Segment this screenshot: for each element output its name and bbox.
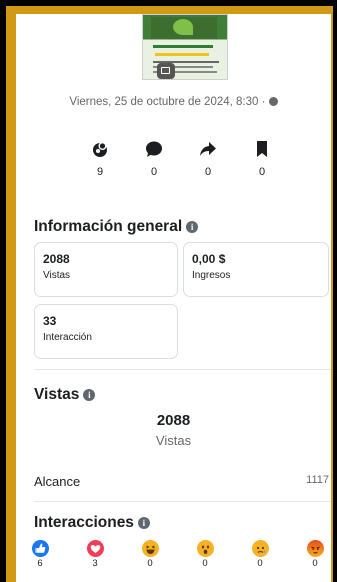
post-thumbnail[interactable]	[142, 14, 228, 80]
thumbnail-text-line	[153, 45, 213, 48]
love-icon	[86, 540, 104, 557]
alcance-row[interactable]: Alcance 1117	[34, 474, 331, 489]
post-insights-panel: Viernes, 25 de octubre de 2024, 8:30 · 9	[16, 14, 331, 582]
stat-value: 9	[96, 166, 104, 178]
reaction-count: 6	[37, 558, 43, 569]
stat-value: 0	[258, 166, 266, 178]
alcance-label: Alcance	[34, 474, 81, 489]
reaction-love[interactable]: 3	[84, 540, 106, 569]
vistas-label: Vistas	[155, 433, 192, 448]
section-title-vistas: Vistas i	[34, 386, 96, 404]
plant-icon	[173, 19, 193, 35]
haha-icon	[141, 540, 159, 557]
vistas-summary: 2088 Vistas	[16, 412, 331, 448]
post-date: Viernes, 25 de octubre de 2024, 8:30 ·	[16, 96, 331, 108]
wow-icon	[196, 540, 214, 557]
reaction-count: 0	[312, 558, 318, 569]
card-interaccion[interactable]: 33 Interacción	[34, 304, 178, 359]
reaction-wow[interactable]: 0	[194, 540, 216, 569]
thumbnail-text-line	[155, 53, 209, 56]
divider	[34, 369, 331, 370]
stat-value: 0	[204, 166, 212, 178]
like-icon	[31, 540, 49, 557]
card-value: 33	[43, 314, 57, 328]
gallery-icon	[157, 63, 175, 79]
section-title-text: Vistas	[34, 386, 80, 403]
alcance-value: 1117	[306, 474, 329, 486]
card-label: Ingresos	[192, 270, 231, 281]
globe-icon	[268, 97, 278, 106]
info-icon[interactable]: i	[83, 389, 96, 401]
info-icon[interactable]: i	[186, 221, 199, 233]
section-title-text: Información general	[34, 218, 183, 235]
sad-icon	[251, 540, 269, 557]
frame-edge	[333, 0, 337, 582]
stat-shares[interactable]: 0	[188, 138, 228, 178]
section-title-interacciones: Interacciones i	[34, 514, 150, 532]
share-icon	[188, 138, 228, 160]
section-title-general: Información general i	[34, 218, 199, 236]
vistas-value: 2088	[156, 412, 191, 429]
card-label: Interacción	[43, 332, 92, 343]
reaction-count: 0	[147, 558, 153, 569]
reaction-angry[interactable]: 0	[304, 540, 326, 569]
stat-reactions[interactable]: 9	[80, 138, 120, 178]
screenshot-frame: Viernes, 25 de octubre de 2024, 8:30 · 9	[0, 0, 337, 582]
divider	[34, 501, 331, 502]
info-icon[interactable]: i	[137, 517, 150, 529]
reaction-haha[interactable]: 0	[139, 540, 161, 569]
section-title-text: Interacciones	[34, 514, 134, 531]
reaction-like[interactable]: 6	[29, 540, 51, 569]
reaction-count: 0	[257, 558, 263, 569]
post-date-text: Viernes, 25 de octubre de 2024, 8:30 ·	[69, 96, 266, 108]
card-value: 2088	[43, 252, 70, 266]
stat-comments[interactable]: 0	[134, 138, 174, 178]
reactions-icon	[80, 138, 120, 160]
card-label: Vistas	[43, 270, 71, 281]
angry-icon	[306, 540, 324, 557]
comment-icon	[134, 138, 174, 160]
card-value: 0,00 $	[192, 252, 226, 266]
card-vistas[interactable]: 2088 Vistas	[34, 242, 178, 297]
frame-edge	[0, 0, 6, 582]
bookmark-icon	[242, 138, 282, 160]
card-ingresos[interactable]: 0,00 $ Ingresos	[183, 242, 329, 297]
reaction-sad[interactable]: 0	[249, 540, 271, 569]
reaction-count: 3	[92, 558, 98, 569]
reaction-count: 0	[202, 558, 208, 569]
frame-edge	[0, 0, 337, 6]
stat-value: 0	[150, 166, 158, 178]
stat-saves[interactable]: 0	[242, 138, 282, 178]
